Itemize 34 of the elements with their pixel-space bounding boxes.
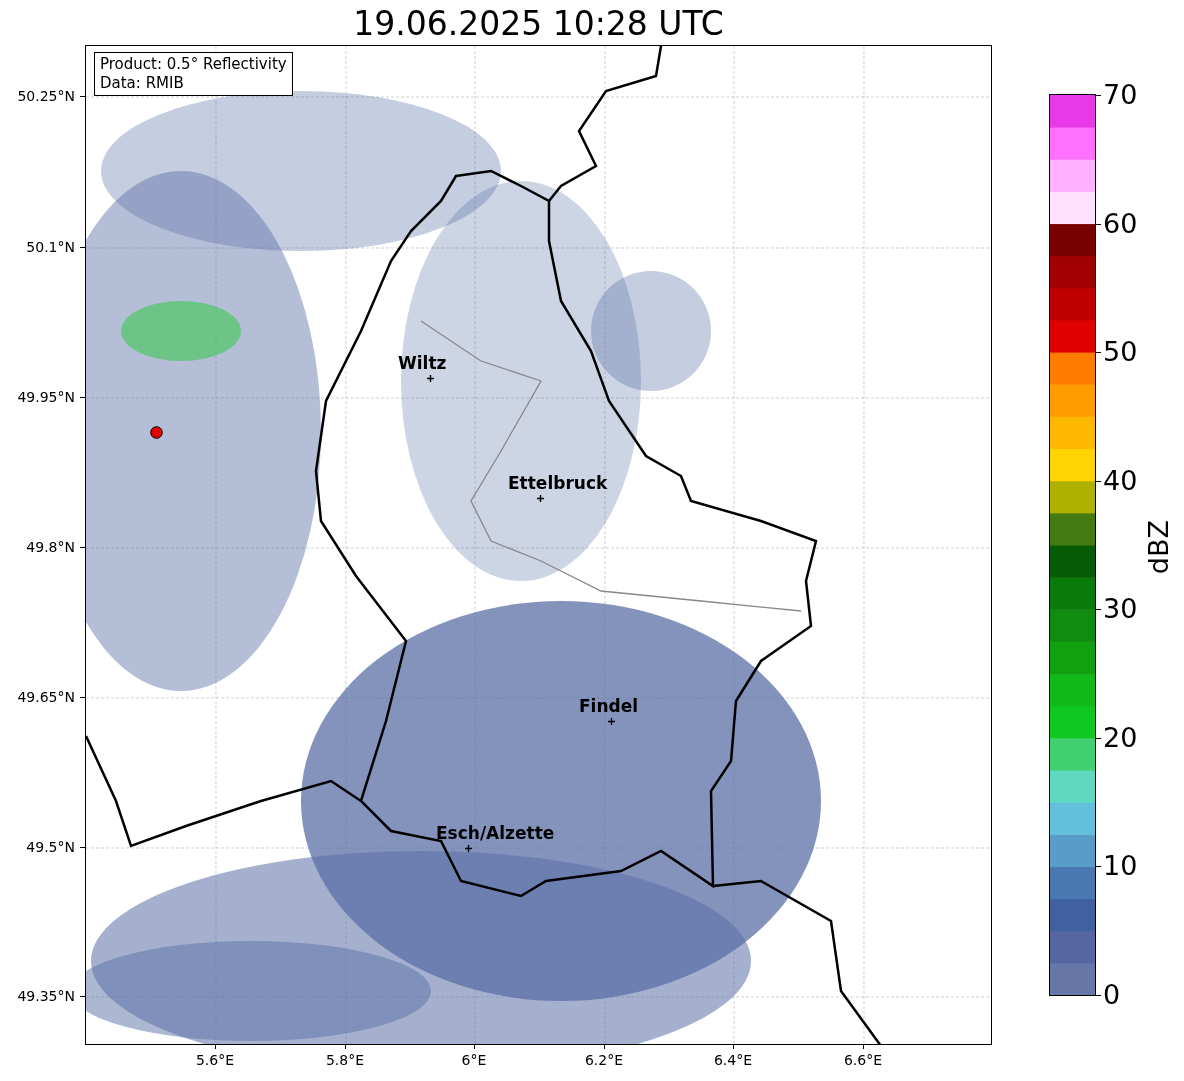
scale-tick-label: 20 <box>1103 722 1138 753</box>
chart-title: 19.06.2025 10:28 UTC <box>352 4 725 44</box>
axis-tick-label: 49.35°N <box>17 988 75 1004</box>
axis-tick-label: 5.6°E <box>195 1052 235 1068</box>
axis-tick-label: 5.8°E <box>325 1052 365 1068</box>
city-label: Wiltz <box>398 353 447 373</box>
axis-tick-label: 49.5°N <box>26 839 75 855</box>
axis-tick-label: 50.1°N <box>26 239 75 255</box>
scale-tick-label: 0 <box>1103 980 1121 1010</box>
scale-axis-label: dBZ <box>1144 520 1174 575</box>
city-marker-icon <box>536 494 544 502</box>
city-label: Ettelbruck <box>508 473 608 493</box>
scale-tick-label: 70 <box>1103 80 1138 110</box>
city-marker-icon <box>464 844 472 852</box>
scale-tick-label: 10 <box>1103 851 1138 882</box>
legend-text: Product: 0.5° Reflectivity <box>100 55 287 74</box>
axis-tick-label: 49.8°N <box>26 539 75 555</box>
city-marker-icon <box>607 717 615 725</box>
legend-text: Data: RMIB <box>100 74 185 93</box>
axis-tick-label: 50.25°N <box>17 88 75 104</box>
scale-tick-label: 60 <box>1103 208 1138 239</box>
axis-tick-label: 6.4°E <box>713 1052 753 1068</box>
axis-tick-label: 6.2°E <box>584 1052 624 1068</box>
axis-tick-label: 6°E <box>461 1052 487 1068</box>
axis-tick-label: 49.65°N <box>17 689 75 705</box>
scale-tick-label: 40 <box>1103 465 1138 496</box>
scale-tick-label: 30 <box>1103 594 1138 625</box>
axis-tick-label: 49.95°N <box>17 389 75 405</box>
axis-tick-label: 6.6°E <box>843 1052 883 1068</box>
radar-site-icon <box>149 425 163 439</box>
city-label: Findel <box>579 696 639 716</box>
city-marker-icon <box>426 374 434 382</box>
city-label: Esch/Alzette <box>436 823 555 843</box>
scale-tick-label: 50 <box>1103 337 1138 368</box>
